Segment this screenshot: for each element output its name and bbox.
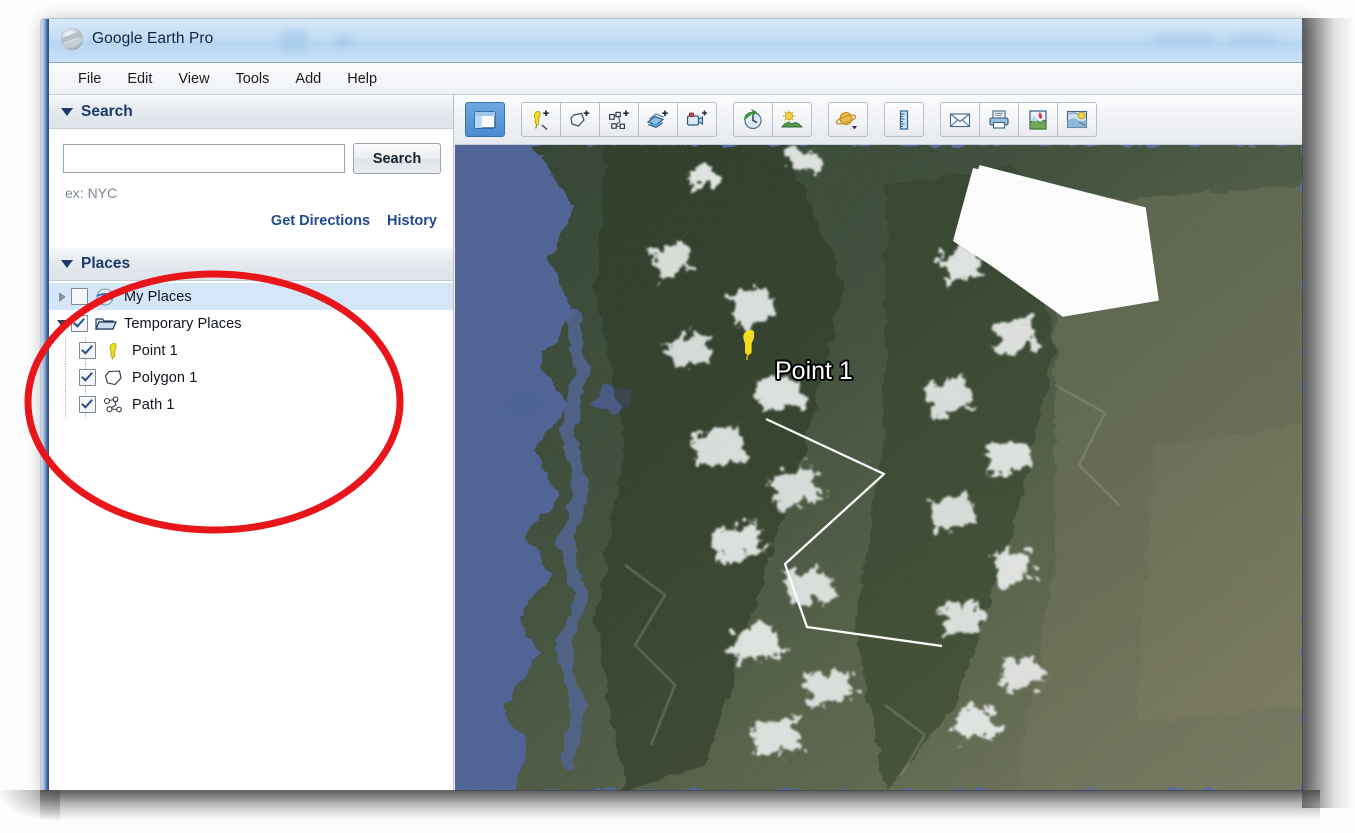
- places-panel-header[interactable]: Places: [49, 247, 453, 281]
- add-path-icon-button[interactable]: [600, 102, 639, 137]
- add-polygon-icon-button[interactable]: [561, 102, 600, 137]
- tree-label-polygon-1: Polygon 1: [132, 369, 198, 386]
- search-input[interactable]: [63, 144, 345, 173]
- sunlight-icon-button[interactable]: [773, 102, 812, 137]
- window-bottom-left-shadow: [0, 790, 60, 820]
- menu-edit[interactable]: Edit: [114, 68, 165, 90]
- menu-file[interactable]: File: [65, 68, 114, 90]
- view-in-maps-icon-button[interactable]: [1058, 102, 1097, 137]
- collapse-triangle-icon[interactable]: [55, 317, 69, 331]
- add-image-overlay-icon-button[interactable]: [639, 102, 678, 137]
- google-earth-pro-window: Google Earth Pro File Edit View Tools Ad…: [40, 18, 1304, 792]
- open-folder-icon: [95, 315, 117, 333]
- search-hint-text: ex: NYC: [65, 185, 118, 201]
- titlebar-content: Google Earth Pro: [61, 28, 213, 50]
- polygon-icon: [103, 369, 125, 387]
- search-block: Search ex: NYC Get Directions History: [49, 129, 453, 235]
- path-icon: [103, 395, 125, 414]
- google-earth-globe-icon: [95, 288, 117, 306]
- window-right-shadow: [1302, 18, 1355, 808]
- historical-imagery-clock-icon-button[interactable]: [733, 102, 773, 137]
- triangle-down-icon[interactable]: [61, 108, 73, 116]
- google-earth-globe-icon: [61, 28, 83, 50]
- search-links: Get Directions History: [63, 213, 441, 229]
- yellow-pushpin-icon: [103, 342, 125, 360]
- tree-item-temporary-places[interactable]: Temporary Places: [49, 310, 453, 337]
- tree-item-point-1[interactable]: Point 1: [49, 337, 453, 364]
- tree-item-my-places[interactable]: My Places: [49, 283, 453, 310]
- save-image-icon-button[interactable]: [1019, 102, 1058, 137]
- sidebar-panel: Search Search ex: NYC Get Directions His…: [49, 95, 454, 791]
- tree-connector-line: [65, 337, 67, 364]
- titlebar-ghost-artifact-1: [281, 30, 307, 52]
- triangle-down-icon[interactable]: [61, 260, 73, 268]
- toolbar-group-planet: [828, 102, 868, 137]
- checkbox-path-1[interactable]: [79, 396, 96, 413]
- tree-item-polygon-1[interactable]: Polygon 1: [49, 364, 453, 391]
- titlebar-ghost-artifact-3: [1153, 33, 1215, 46]
- titlebar-ghost-artifact-2: [335, 35, 351, 48]
- toolbar-group-time: [733, 102, 812, 137]
- menu-help[interactable]: Help: [334, 68, 390, 90]
- menu-view[interactable]: View: [165, 68, 222, 90]
- tree-connector-line: [65, 391, 67, 418]
- checkbox-polygon-1[interactable]: [79, 369, 96, 386]
- screenshot-root: Google Earth Pro File Edit View Tools Ad…: [0, 0, 1355, 833]
- tree-label-temporary-places: Temporary Places: [124, 315, 242, 332]
- tree-label-path-1: Path 1: [132, 396, 175, 413]
- toolbar-group-output: [940, 102, 1097, 137]
- main-toolbar: [455, 95, 1303, 145]
- titlebar-ghost-artifact-4: [1229, 33, 1277, 46]
- checkbox-my-places[interactable]: [71, 288, 88, 305]
- checkbox-temporary-places[interactable]: [71, 315, 88, 332]
- app-title: Google Earth Pro: [92, 30, 214, 47]
- menu-add[interactable]: Add: [282, 68, 334, 90]
- places-panel-title: Places: [81, 255, 131, 272]
- window-titlebar[interactable]: Google Earth Pro: [49, 19, 1303, 63]
- tree-item-path-1[interactable]: Path 1: [49, 391, 453, 418]
- map-viewport[interactable]: Point 1: [455, 145, 1303, 791]
- history-link[interactable]: History: [387, 213, 437, 229]
- ruler-icon-button[interactable]: [884, 102, 924, 137]
- add-placemark-icon-button[interactable]: [521, 102, 561, 137]
- show-sidebar-icon-button[interactable]: [465, 102, 505, 137]
- menubar: File Edit View Tools Add Help: [49, 63, 1303, 95]
- satellite-imagery: [455, 145, 1303, 791]
- tree-label-my-places: My Places: [124, 288, 192, 305]
- search-panel-title: Search: [81, 103, 133, 120]
- tree-label-point-1: Point 1: [132, 342, 178, 359]
- planet-switch-icon-button[interactable]: [828, 102, 868, 137]
- menu-tools[interactable]: Tools: [223, 68, 283, 90]
- record-tour-icon-button[interactable]: [678, 102, 717, 137]
- print-icon-button[interactable]: [980, 102, 1019, 137]
- toolbar-group-measure: [884, 102, 924, 137]
- toolbar-group-sidebar: [465, 102, 505, 137]
- get-directions-link[interactable]: Get Directions: [271, 213, 370, 229]
- tree-connector-line: [65, 364, 67, 391]
- window-left-frame-edge: [41, 19, 49, 791]
- search-panel-header[interactable]: Search: [49, 95, 453, 129]
- window-bottom-shadow: [40, 790, 1320, 820]
- checkbox-point-1[interactable]: [79, 342, 96, 359]
- window-body: Search Search ex: NYC Get Directions His…: [49, 95, 1303, 791]
- toolbar-group-add-tools: [521, 102, 717, 137]
- email-icon-button[interactable]: [940, 102, 980, 137]
- search-button[interactable]: Search: [353, 143, 441, 174]
- search-row: Search: [63, 143, 441, 174]
- places-tree: My Places Temporary Places Point 1 Polyg…: [49, 281, 453, 418]
- expand-triangle-icon[interactable]: [55, 290, 69, 304]
